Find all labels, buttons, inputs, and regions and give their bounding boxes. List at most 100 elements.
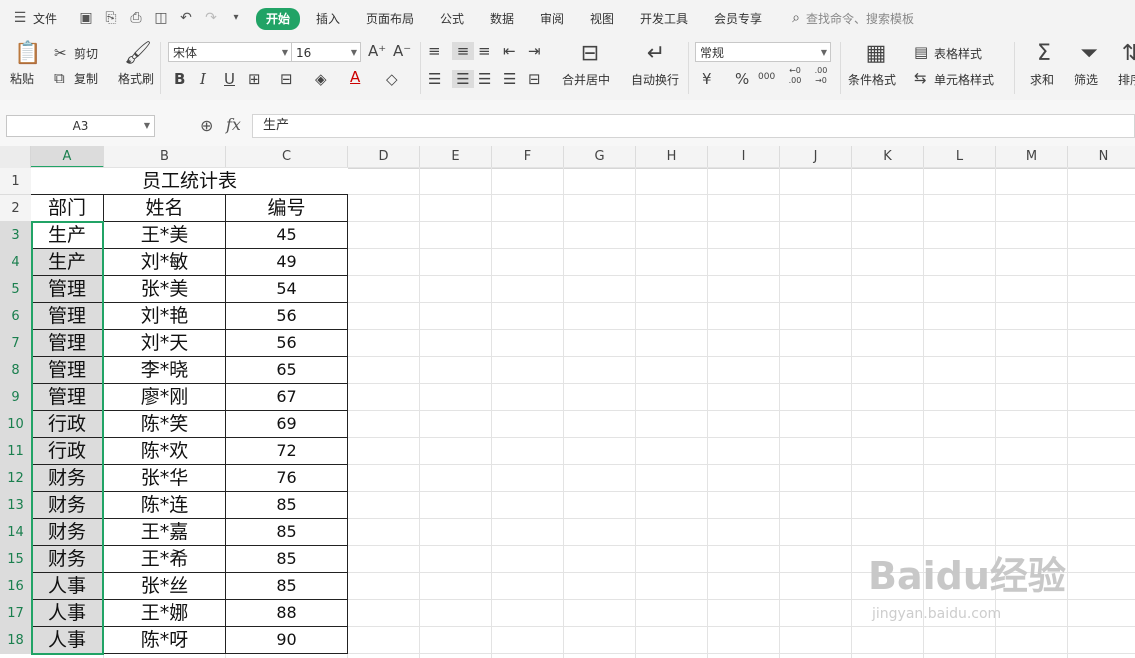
bold-button[interactable]: B xyxy=(174,70,185,88)
output-icon[interactable]: ⎘ xyxy=(103,10,119,26)
department-cell[interactable]: 人事 xyxy=(31,600,104,627)
decrease-decimal-button[interactable]: .00 →0 xyxy=(810,66,832,86)
cell-style-button[interactable]: 单元格样式 xyxy=(934,71,994,88)
department-cell[interactable]: 行政 xyxy=(31,411,104,438)
employee-name-cell[interactable]: 陈*连 xyxy=(104,492,226,519)
command-search[interactable]: 查找命令、搜索模板 xyxy=(806,9,914,29)
italic-button[interactable]: I xyxy=(200,70,206,88)
tab-member[interactable]: 会员专享 xyxy=(714,9,762,29)
employee-id-cell[interactable]: 54 xyxy=(226,276,348,303)
row-header-15[interactable]: 15 xyxy=(0,546,31,573)
employee-name-cell[interactable]: 王*嘉 xyxy=(104,519,226,546)
outdent-icon[interactable]: ⇤ xyxy=(503,42,516,60)
redo-icon[interactable]: ↷ xyxy=(203,10,219,26)
underline-button[interactable]: U xyxy=(224,70,235,88)
tab-developer[interactable]: 开发工具 xyxy=(640,9,688,29)
sum-icon[interactable]: Σ xyxy=(1031,42,1057,66)
department-cell[interactable]: 人事 xyxy=(31,573,104,600)
justify-icon[interactable]: ☰ xyxy=(503,70,516,88)
fill-style-icon[interactable]: ⊟ xyxy=(280,70,293,88)
department-cell[interactable]: 生产 xyxy=(31,222,104,249)
row-header-11[interactable]: 11 xyxy=(0,438,31,465)
filter-button[interactable]: 筛选 xyxy=(1074,71,1098,88)
employee-name-cell[interactable]: 王*希 xyxy=(104,546,226,573)
department-cell[interactable]: 生产 xyxy=(31,249,104,276)
font-shrink-icon[interactable]: A⁻ xyxy=(393,42,411,60)
row-header-9[interactable]: 9 xyxy=(0,384,31,411)
row-header-5[interactable]: 5 xyxy=(0,276,31,303)
employee-id-cell[interactable]: 56 xyxy=(226,330,348,357)
tab-home[interactable]: 开始 xyxy=(256,8,301,30)
align-left-icon[interactable]: ☰ xyxy=(428,70,441,88)
select-all-corner[interactable] xyxy=(0,146,31,168)
fill-color-icon[interactable]: ◈ xyxy=(315,70,327,88)
scissors-icon[interactable]: ✂ xyxy=(54,44,67,62)
row-header-4[interactable]: 4 xyxy=(0,249,31,276)
employee-name-cell[interactable]: 陈*呀 xyxy=(104,627,226,654)
employee-name-cell[interactable]: 陈*欢 xyxy=(104,438,226,465)
employee-id-cell[interactable]: 88 xyxy=(226,600,348,627)
employee-name-cell[interactable]: 张*美 xyxy=(104,276,226,303)
increase-decimal-button[interactable]: ←0 .00 xyxy=(784,66,806,86)
row-header-16[interactable]: 16 xyxy=(0,573,31,600)
hamburger-menu-icon[interactable]: ☰ xyxy=(12,10,28,26)
preview-icon[interactable]: ◫ xyxy=(153,10,169,26)
wrap-text-button[interactable]: 自动换行 xyxy=(631,71,679,88)
font-color-icon[interactable]: A xyxy=(350,68,360,86)
employee-id-cell[interactable]: 90 xyxy=(226,627,348,654)
format-painter-button[interactable]: 格式刷 xyxy=(118,70,154,87)
cut-button[interactable]: 剪切 xyxy=(74,45,98,62)
employee-name-cell[interactable]: 李*晓 xyxy=(104,357,226,384)
employee-name-cell[interactable]: 廖*刚 xyxy=(104,384,226,411)
font-grow-icon[interactable]: A⁺ xyxy=(368,42,386,60)
row-header-18[interactable]: 18 xyxy=(0,627,31,654)
wrap-text-icon[interactable]: ↵ xyxy=(643,42,669,66)
row-header-13[interactable]: 13 xyxy=(0,492,31,519)
font-size-select[interactable]: 16 ▼ xyxy=(291,42,361,62)
header-department-cell[interactable]: 部门 xyxy=(31,195,104,222)
tab-view[interactable]: 视图 xyxy=(590,9,614,29)
department-cell[interactable]: 财务 xyxy=(31,465,104,492)
department-cell[interactable]: 财务 xyxy=(31,492,104,519)
cell-style-icon[interactable]: ⇆ xyxy=(914,69,927,87)
distributed-icon[interactable]: ⊟ xyxy=(528,70,541,88)
header-name-cell[interactable]: 姓名 xyxy=(104,195,226,222)
row-header-12[interactable]: 12 xyxy=(0,465,31,492)
table-style-button[interactable]: 表格样式 xyxy=(934,45,982,62)
sort-icon[interactable]: ⇅ xyxy=(1118,42,1135,66)
department-cell[interactable]: 管理 xyxy=(31,330,104,357)
employee-id-cell[interactable]: 85 xyxy=(226,573,348,600)
employee-id-cell[interactable]: 49 xyxy=(226,249,348,276)
align-top-icon[interactable]: ≡ xyxy=(428,42,441,60)
copy-button[interactable]: 复制 xyxy=(74,70,98,87)
tab-formulas[interactable]: 公式 xyxy=(440,9,464,29)
employee-name-cell[interactable]: 王*娜 xyxy=(104,600,226,627)
conditional-format-button[interactable]: 条件格式 xyxy=(848,71,896,88)
employee-id-cell[interactable]: 85 xyxy=(226,492,348,519)
sort-button[interactable]: 排序 xyxy=(1118,71,1135,88)
sum-button[interactable]: 求和 xyxy=(1030,71,1054,88)
tab-review[interactable]: 审阅 xyxy=(540,9,564,29)
employee-name-cell[interactable]: 张*华 xyxy=(104,465,226,492)
filter-icon[interactable]: ⏷ xyxy=(1076,42,1102,66)
row-header-2[interactable]: 2 xyxy=(0,195,31,222)
tab-data[interactable]: 数据 xyxy=(490,9,514,29)
row-header-3[interactable]: 3 xyxy=(0,222,31,249)
zoom-search-icon[interactable]: ⊕ xyxy=(200,116,213,135)
department-cell[interactable]: 管理 xyxy=(31,303,104,330)
undo-icon[interactable]: ↶ xyxy=(178,10,194,26)
employee-id-cell[interactable]: 56 xyxy=(226,303,348,330)
format-painter-icon[interactable]: 🖌 xyxy=(124,42,152,66)
merge-center-button[interactable]: 合并居中 xyxy=(562,71,610,88)
currency-button[interactable]: ¥ xyxy=(702,70,712,88)
paste-button[interactable]: 粘贴 xyxy=(10,70,34,87)
employee-name-cell[interactable]: 王*美 xyxy=(104,222,226,249)
clear-format-icon[interactable]: ◇ xyxy=(386,70,398,88)
percent-button[interactable]: % xyxy=(735,70,749,88)
table-style-icon[interactable]: ▤ xyxy=(914,43,928,61)
department-cell[interactable]: 财务 xyxy=(31,546,104,573)
save-icon[interactable]: ▣ xyxy=(78,10,94,26)
tab-page-layout[interactable]: 页面布局 xyxy=(366,9,414,29)
font-name-select[interactable]: 宋体 ▼ xyxy=(168,42,292,62)
fx-button[interactable]: fx xyxy=(226,115,241,134)
